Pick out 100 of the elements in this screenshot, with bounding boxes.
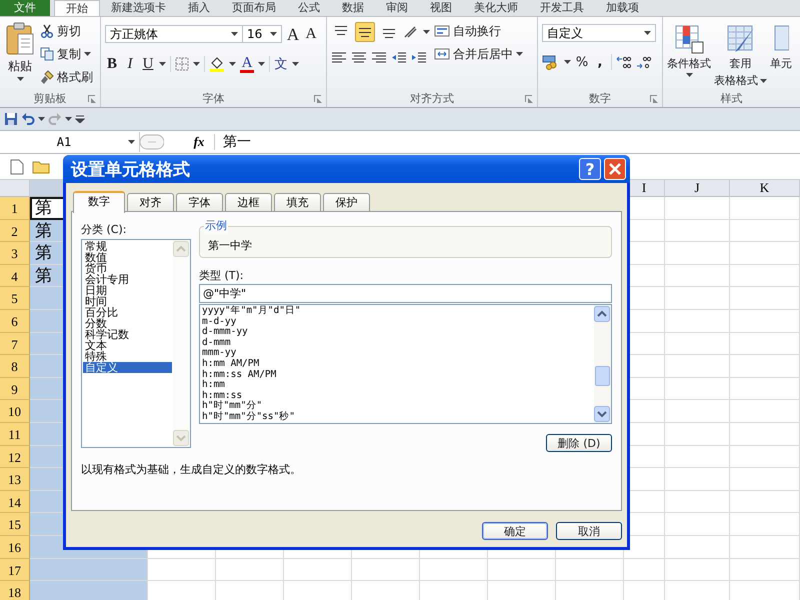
undo-icon[interactable] — [21, 112, 35, 126]
close-button[interactable] — [604, 158, 626, 180]
ribbon-tab[interactable]: 审阅 — [375, 0, 419, 16]
dialog-tab[interactable]: 边框 — [225, 193, 272, 211]
align-lines-icon[interactable] — [371, 50, 387, 64]
ribbon-tab[interactable]: 开始 — [54, 0, 100, 16]
format-painter-button[interactable]: 格式刷 — [40, 68, 93, 86]
decrease-decimal-icon[interactable] — [636, 54, 652, 70]
category-item[interactable]: 时间 — [83, 296, 172, 307]
format-item[interactable]: d-mmm-yy — [202, 327, 592, 338]
row-header[interactable]: 14 — [0, 490, 30, 514]
underline-button[interactable]: U — [141, 55, 155, 73]
orientation-icon[interactable] — [403, 25, 419, 39]
comma-button[interactable]: , — [593, 53, 607, 71]
row-header[interactable]: 5 — [0, 287, 30, 310]
wrap-text-button[interactable]: 自动换行 — [434, 22, 523, 40]
table-format-button[interactable]: 套用 表格格式 — [714, 20, 767, 88]
format-item[interactable]: h:mm:ss AM/PM — [202, 370, 592, 380]
delete-button[interactable]: 删除 (D) — [546, 434, 612, 452]
customize-icon[interactable] — [75, 115, 85, 123]
align-button[interactable] — [355, 22, 375, 42]
dialog-launcher-icon[interactable] — [314, 95, 322, 103]
conditional-format-button[interactable]: 条件格式 — [667, 20, 711, 77]
dialog-launcher-icon[interactable] — [525, 95, 533, 103]
format-item[interactable]: mmm-yy — [202, 348, 592, 359]
new-document-icon[interactable] — [10, 158, 24, 174]
row-header[interactable]: 18 — [0, 581, 30, 600]
grow-font-button[interactable]: A — [286, 25, 300, 43]
increase-decimal-icon[interactable] — [616, 54, 632, 70]
bold-button[interactable]: B — [105, 55, 119, 73]
dialog-tab[interactable]: 保护 — [323, 193, 370, 211]
row-header[interactable]: 4 — [0, 264, 30, 288]
dialog-launcher-icon[interactable] — [650, 95, 658, 103]
row-header[interactable]: 17 — [0, 558, 30, 582]
row-header[interactable]: 10 — [0, 400, 30, 423]
format-item[interactable]: m-d-yy — [202, 316, 592, 328]
format-item[interactable]: h:mm:ss — [202, 390, 592, 402]
format-item[interactable]: h:mm — [202, 380, 592, 391]
ribbon-tab[interactable]: 插入 — [177, 0, 221, 16]
row-header[interactable]: 7 — [0, 332, 30, 356]
number-format-box[interactable]: 自定义 — [542, 24, 656, 42]
row-header[interactable]: 13 — [0, 468, 30, 491]
column-header[interactable]: J — [665, 180, 730, 197]
phonetic-button[interactable]: 文 — [274, 55, 288, 73]
ribbon-tab[interactable]: 公式 — [287, 0, 331, 16]
borders-icon[interactable] — [175, 57, 189, 71]
ribbon-tab[interactable]: 美化大师 — [463, 0, 529, 16]
save-icon[interactable] — [4, 112, 18, 126]
ribbon-tab[interactable]: 页面布局 — [221, 0, 287, 16]
row-header[interactable]: 8 — [0, 355, 30, 378]
ribbon-tab[interactable]: 加载项 — [595, 0, 650, 16]
format-item[interactable]: h"时"mm"分" — [202, 401, 592, 412]
percent-button[interactable]: % — [575, 53, 589, 71]
outdent-icon[interactable] — [391, 50, 407, 64]
format-list[interactable]: yyyy"年"m"月"d"日" m-d-yy d-mmm-yy d-mmm mmm-yy h:mm AM/PM h:mm:ss AM/PM h:mm h:mm:ss h"时"mm"分" h"时"mm"分"ss"秒" — [199, 304, 612, 424]
dialog-tab[interactable]: 数字 — [73, 191, 125, 213]
function-button[interactable]: fx — [184, 134, 215, 150]
type-field[interactable]: @"中学" — [199, 284, 612, 303]
category-item[interactable]: 文本 — [83, 340, 172, 351]
column-header[interactable]: K — [730, 180, 800, 197]
category-item[interactable]: 日期 — [83, 285, 172, 296]
category-list[interactable]: 常规 数值 货币 会计专用 日期 时间 百分比 分数 科学记数 文本 特殊 自定义 — [81, 239, 191, 448]
fill-color-icon[interactable] — [209, 56, 225, 72]
indent-icon[interactable] — [411, 50, 427, 64]
format-item[interactable]: yyyy"年"m"月"d"日" — [202, 306, 592, 317]
cut-button[interactable]: 剪切 — [40, 22, 93, 40]
scroll-down-icon[interactable] — [594, 406, 610, 422]
shrink-font-button[interactable]: A — [304, 25, 318, 43]
row-header[interactable]: 16 — [0, 536, 30, 558]
dialog-tab[interactable]: 填充 — [274, 193, 321, 211]
help-button[interactable]: ? — [579, 158, 601, 180]
row-header[interactable]: 12 — [0, 446, 30, 468]
row-header[interactable]: 6 — [0, 310, 30, 333]
ribbon-tab[interactable]: 视图 — [419, 0, 463, 16]
dialog-tab[interactable]: 对齐 — [127, 193, 174, 211]
font-color-button[interactable]: A — [240, 55, 254, 73]
ribbon-tab[interactable]: 新建选项卡 — [100, 0, 177, 16]
formula-field[interactable]: 第一 — [215, 133, 251, 151]
cell-styles-button[interactable]: 单元 — [770, 20, 792, 71]
format-item[interactable]: h:mm AM/PM — [202, 358, 592, 370]
font-name-box[interactable]: 方正姚体 — [105, 25, 243, 43]
format-item[interactable]: h"时"mm"分"ss"秒" — [202, 412, 592, 423]
format-item[interactable]: d-mmm — [202, 338, 592, 348]
category-item[interactable]: 自定义 — [83, 362, 172, 373]
scroll-up-icon[interactable] — [594, 306, 610, 322]
folder-icon[interactable] — [32, 159, 50, 174]
ok-button[interactable]: 确定 — [482, 522, 548, 540]
ribbon-tab[interactable]: 数据 — [331, 0, 375, 16]
scroll-thumb[interactable] — [595, 366, 610, 386]
category-item[interactable]: 百分比 — [83, 307, 172, 318]
file-tab[interactable]: 文件 — [0, 0, 50, 16]
ribbon-tab[interactable]: 开发工具 — [529, 0, 595, 16]
copy-button[interactable]: 复制 — [40, 45, 93, 63]
align-lines-icon[interactable] — [351, 50, 367, 64]
dialog-tab[interactable]: 字体 — [176, 193, 223, 211]
merge-center-button[interactable]: 合并后居中 — [434, 45, 523, 63]
category-item[interactable]: 科学记数 — [83, 329, 172, 340]
row-header[interactable]: 1 — [0, 197, 30, 220]
paste-button[interactable]: 粘贴 — [4, 20, 36, 83]
category-item[interactable]: 特殊 — [83, 351, 172, 362]
